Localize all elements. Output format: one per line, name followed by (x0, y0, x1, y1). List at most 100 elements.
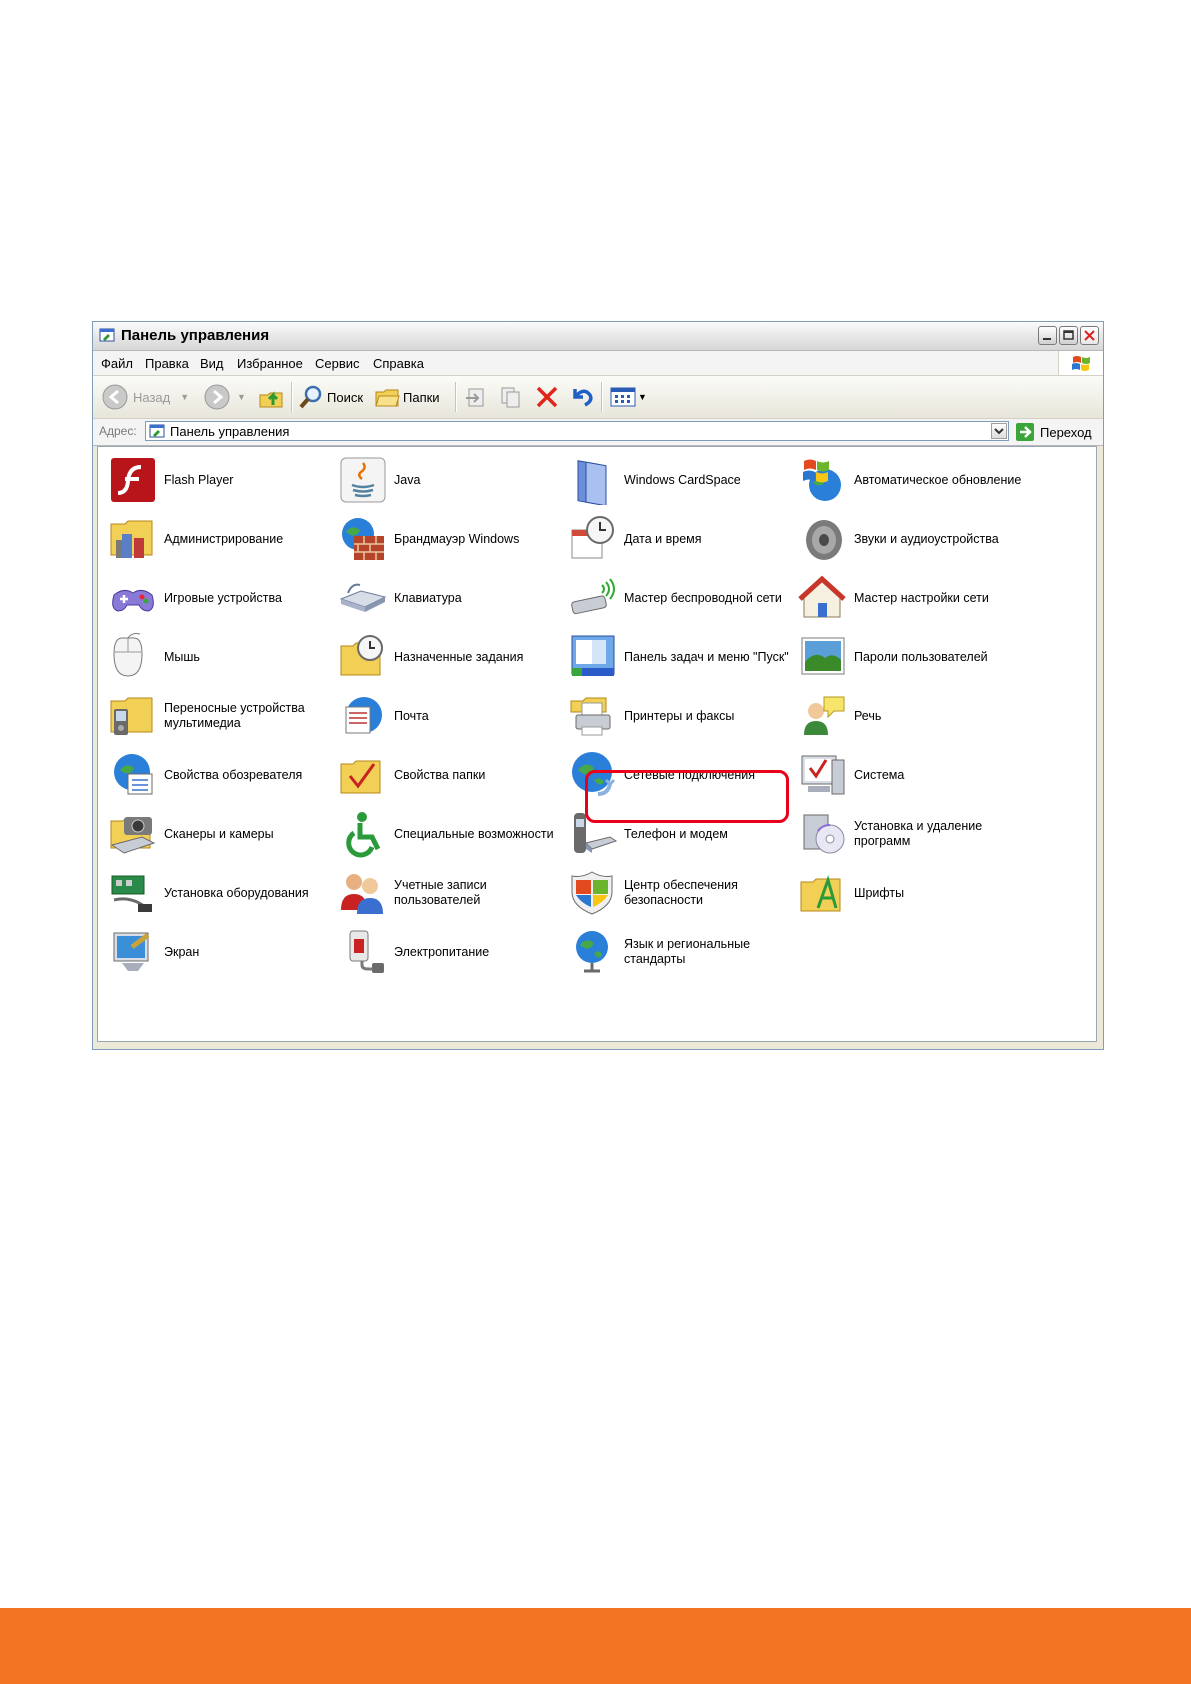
firewall-icon (342, 518, 384, 560)
forward-button[interactable]: ▼ (203, 382, 246, 412)
menu-help[interactable]: Справка (373, 356, 424, 371)
cp-item-speaker[interactable]: Звуки и аудиоустройства (794, 510, 1034, 568)
admin-tools-icon (110, 520, 153, 558)
folder-options-icon (340, 760, 381, 794)
add-hardware-icon (111, 875, 152, 912)
cp-item-power-options[interactable]: Электропитание (334, 923, 574, 981)
delete-button[interactable] (533, 382, 561, 412)
flash-player-icon (111, 458, 155, 502)
title-bar[interactable]: Панель управления (93, 322, 1103, 351)
address-value: Панель управления (170, 424, 290, 439)
minimize-button[interactable] (1038, 326, 1057, 345)
go-button[interactable]: Переход (1015, 422, 1092, 442)
menu-favorites[interactable]: Избранное (237, 356, 303, 371)
cp-item-label: Клавиатура (394, 590, 462, 605)
cp-item-label: Свойства папки (394, 767, 486, 782)
cp-item-security-center[interactable]: Центр обеспечения безопасности (564, 864, 804, 922)
cp-item-add-remove-programs[interactable]: Установка и удаление программ (794, 805, 1034, 863)
cp-item-regional-options[interactable]: Язык и региональные стандарты (564, 923, 804, 981)
cp-item-label: Игровые устройства (164, 590, 282, 605)
cp-item-user-accounts[interactable]: Учетные записи пользователей (334, 864, 574, 922)
close-button[interactable] (1080, 326, 1099, 345)
windows-logo (1058, 351, 1103, 375)
mouse-icon (113, 633, 143, 677)
cp-item-home-network[interactable]: Мастер настройки сети (794, 569, 1034, 627)
menu-file[interactable]: Файл (101, 356, 133, 371)
search-icon (299, 385, 322, 409)
minimize-icon (1043, 338, 1051, 340)
cp-item-label: Язык и региональные стандарты (624, 937, 751, 966)
move-to-button[interactable] (463, 382, 491, 412)
cp-item-label: Windows CardSpace (624, 472, 741, 487)
java-icon (340, 457, 386, 503)
folders-button[interactable]: Папки (373, 382, 440, 412)
auto-update-icon (803, 459, 841, 501)
cp-item-folder-options[interactable]: Свойства папки (334, 746, 574, 804)
cp-item-portable-devices[interactable]: Переносные устройства мультимедиа (104, 687, 344, 745)
back-dropdown-icon[interactable]: ▼ (180, 392, 189, 402)
back-label: Назад (133, 389, 171, 405)
cp-item-taskbar[interactable]: Панель задач и меню "Пуск" (564, 628, 804, 686)
cp-item-java[interactable]: Java (334, 451, 574, 509)
chevron-down-icon (994, 428, 1004, 435)
folders-icon (375, 389, 400, 407)
address-dropdown-button[interactable] (991, 423, 1007, 439)
window-title: Панель управления (121, 327, 270, 344)
cp-item-internet-options[interactable]: Свойства обозревателя (104, 746, 344, 804)
go-label: Переход (1040, 424, 1092, 440)
delete-x-icon (536, 386, 558, 408)
user-accounts-icon (341, 874, 383, 914)
cp-item-auto-update[interactable]: Автоматическое обновление (794, 451, 1034, 509)
menu-view[interactable]: Вид (200, 356, 224, 371)
forward-dropdown-icon[interactable]: ▼ (237, 392, 246, 402)
cp-item-flash-player[interactable]: Flash Player (104, 451, 344, 509)
back-arrow-icon (102, 384, 128, 410)
up-button[interactable] (257, 382, 285, 412)
cp-item-cardspace[interactable]: Windows CardSpace (564, 451, 804, 509)
cp-item-firewall[interactable]: Брандмауэр Windows (334, 510, 574, 568)
cp-item-accessibility[interactable]: Специальные возможности (334, 805, 574, 863)
cp-item-system[interactable]: Система (794, 746, 1034, 804)
cp-item-wireless[interactable]: Мастер беспроводной сети (564, 569, 804, 627)
search-button[interactable]: Поиск (297, 382, 363, 412)
cp-item-admin-tools[interactable]: Администрирование (104, 510, 344, 568)
windows-flag-icon (1072, 356, 1090, 371)
copy-to-icon (501, 387, 520, 408)
back-button[interactable]: Назад ▼ (101, 382, 189, 412)
power-options-icon (349, 930, 384, 973)
cp-item-scanner-camera[interactable]: Сканеры и камеры (104, 805, 344, 863)
system-icon (801, 755, 845, 795)
go-arrow-icon (1016, 423, 1034, 441)
move-to-icon (466, 388, 484, 407)
cp-item-label: Принтеры и факсы (624, 708, 735, 723)
cp-item-label: Пароли пользователей (854, 649, 988, 664)
address-input[interactable]: Панель управления (145, 421, 1009, 441)
cp-item-scheduled-tasks[interactable]: Назначенные задания (334, 628, 574, 686)
cp-item-mail[interactable]: Почта (334, 687, 574, 745)
cp-item-keyboard[interactable]: Клавиатура (334, 569, 574, 627)
cp-item-date-time[interactable]: Дата и время (564, 510, 804, 568)
control-panel-icon (149, 424, 165, 438)
cp-item-mouse[interactable]: Мышь (104, 628, 344, 686)
menu-edit[interactable]: Правка (145, 356, 189, 371)
cp-item-label: Установка оборудования (164, 885, 309, 900)
home-network-icon (798, 575, 846, 618)
maximize-button[interactable] (1059, 326, 1078, 345)
cp-item-user-passwords[interactable]: Пароли пользователей (794, 628, 1034, 686)
cp-item-printer[interactable]: Принтеры и факсы (564, 687, 804, 745)
control-panel-window: Панель управления Файл Правка Вид Избран… (92, 321, 1104, 1050)
menu-tools[interactable]: Сервис (315, 356, 360, 371)
cp-item-add-hardware[interactable]: Установка оборудования (104, 864, 344, 922)
add-remove-programs-icon (803, 814, 845, 854)
views-button[interactable]: ▼ (609, 382, 647, 412)
display-icon (113, 932, 150, 971)
copy-to-button[interactable] (497, 382, 525, 412)
search-label: Поиск (327, 389, 364, 405)
cp-item-speech[interactable]: Речь (794, 687, 1034, 745)
cp-item-display[interactable]: Экран (104, 923, 344, 981)
cp-item-fonts[interactable]: Шрифты (794, 864, 1034, 922)
maximize-icon (1063, 330, 1074, 340)
cp-item-label: Брандмауэр Windows (394, 531, 520, 546)
cp-item-gamepad[interactable]: Игровые устройства (104, 569, 344, 627)
undo-button[interactable] (567, 382, 595, 412)
